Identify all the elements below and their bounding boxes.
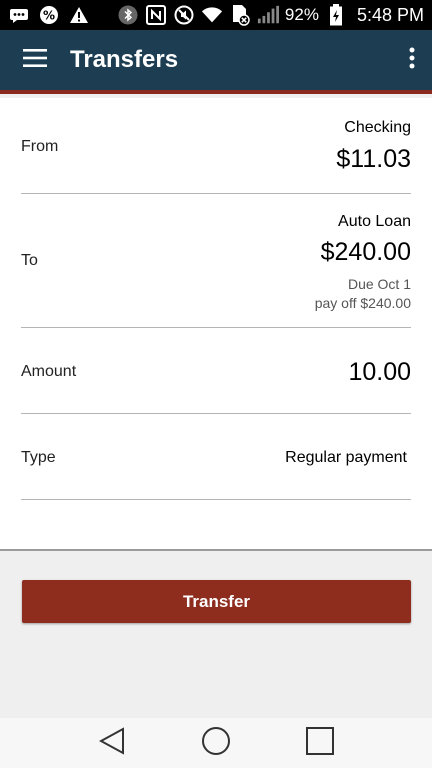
navigation-bar [0, 718, 432, 768]
amount-row[interactable]: Amount 10.00 [21, 328, 411, 414]
more-vertical-icon [409, 47, 415, 74]
to-account-balance: $240.00 [320, 238, 411, 266]
type-label: Type [21, 449, 56, 466]
payoff-amount: pay off $240.00 [314, 295, 411, 311]
bluetooth-icon [117, 5, 139, 25]
to-account-row[interactable]: To Auto Loan $240.00 Due Oct 1 pay off $… [21, 194, 411, 328]
recents-button[interactable] [300, 723, 340, 763]
type-select[interactable]: Regular payment [285, 449, 407, 467]
sim-icon [229, 5, 251, 26]
wifi-icon [201, 5, 223, 25]
amount-input[interactable]: 10.00 [348, 358, 411, 387]
to-account-name: Auto Loan [338, 213, 411, 230]
from-account-balance: $11.03 [336, 145, 411, 173]
home-button[interactable] [196, 723, 236, 763]
recents-icon [305, 726, 335, 761]
svg-text:%: % [43, 9, 55, 23]
due-date: Due Oct 1 [347, 276, 411, 292]
alert-icon [68, 5, 90, 25]
signal-icon [257, 5, 279, 25]
percent-icon: % [38, 5, 60, 25]
to-label: To [21, 252, 38, 269]
battery-icon [325, 4, 347, 26]
menu-button[interactable] [0, 28, 70, 92]
from-account-row[interactable]: From Checking $11.03 [21, 98, 411, 194]
home-icon [201, 726, 231, 761]
page-title: Transfers [70, 46, 179, 73]
nfc-icon [145, 5, 167, 25]
status-bar: % 92% 5:48 PM [0, 0, 432, 30]
battery-percent: 92% [284, 5, 319, 24]
mute-icon [173, 5, 195, 25]
notification-icon [8, 5, 30, 25]
more-options-button[interactable] [392, 28, 432, 92]
type-row[interactable]: Type Regular payment [21, 414, 411, 500]
clock: 5:48 PM [356, 4, 424, 25]
app-bar: Transfers [0, 30, 432, 94]
amount-label: Amount [21, 363, 77, 380]
from-label: From [21, 138, 59, 155]
from-account-name: Checking [344, 119, 411, 136]
transfer-form: From Checking $11.03 To Auto Loan $240.0… [0, 98, 432, 551]
back-button[interactable] [92, 723, 132, 763]
back-icon [98, 726, 125, 760]
hamburger-menu-icon [23, 48, 47, 72]
transfer-button[interactable]: Transfer [22, 580, 411, 623]
